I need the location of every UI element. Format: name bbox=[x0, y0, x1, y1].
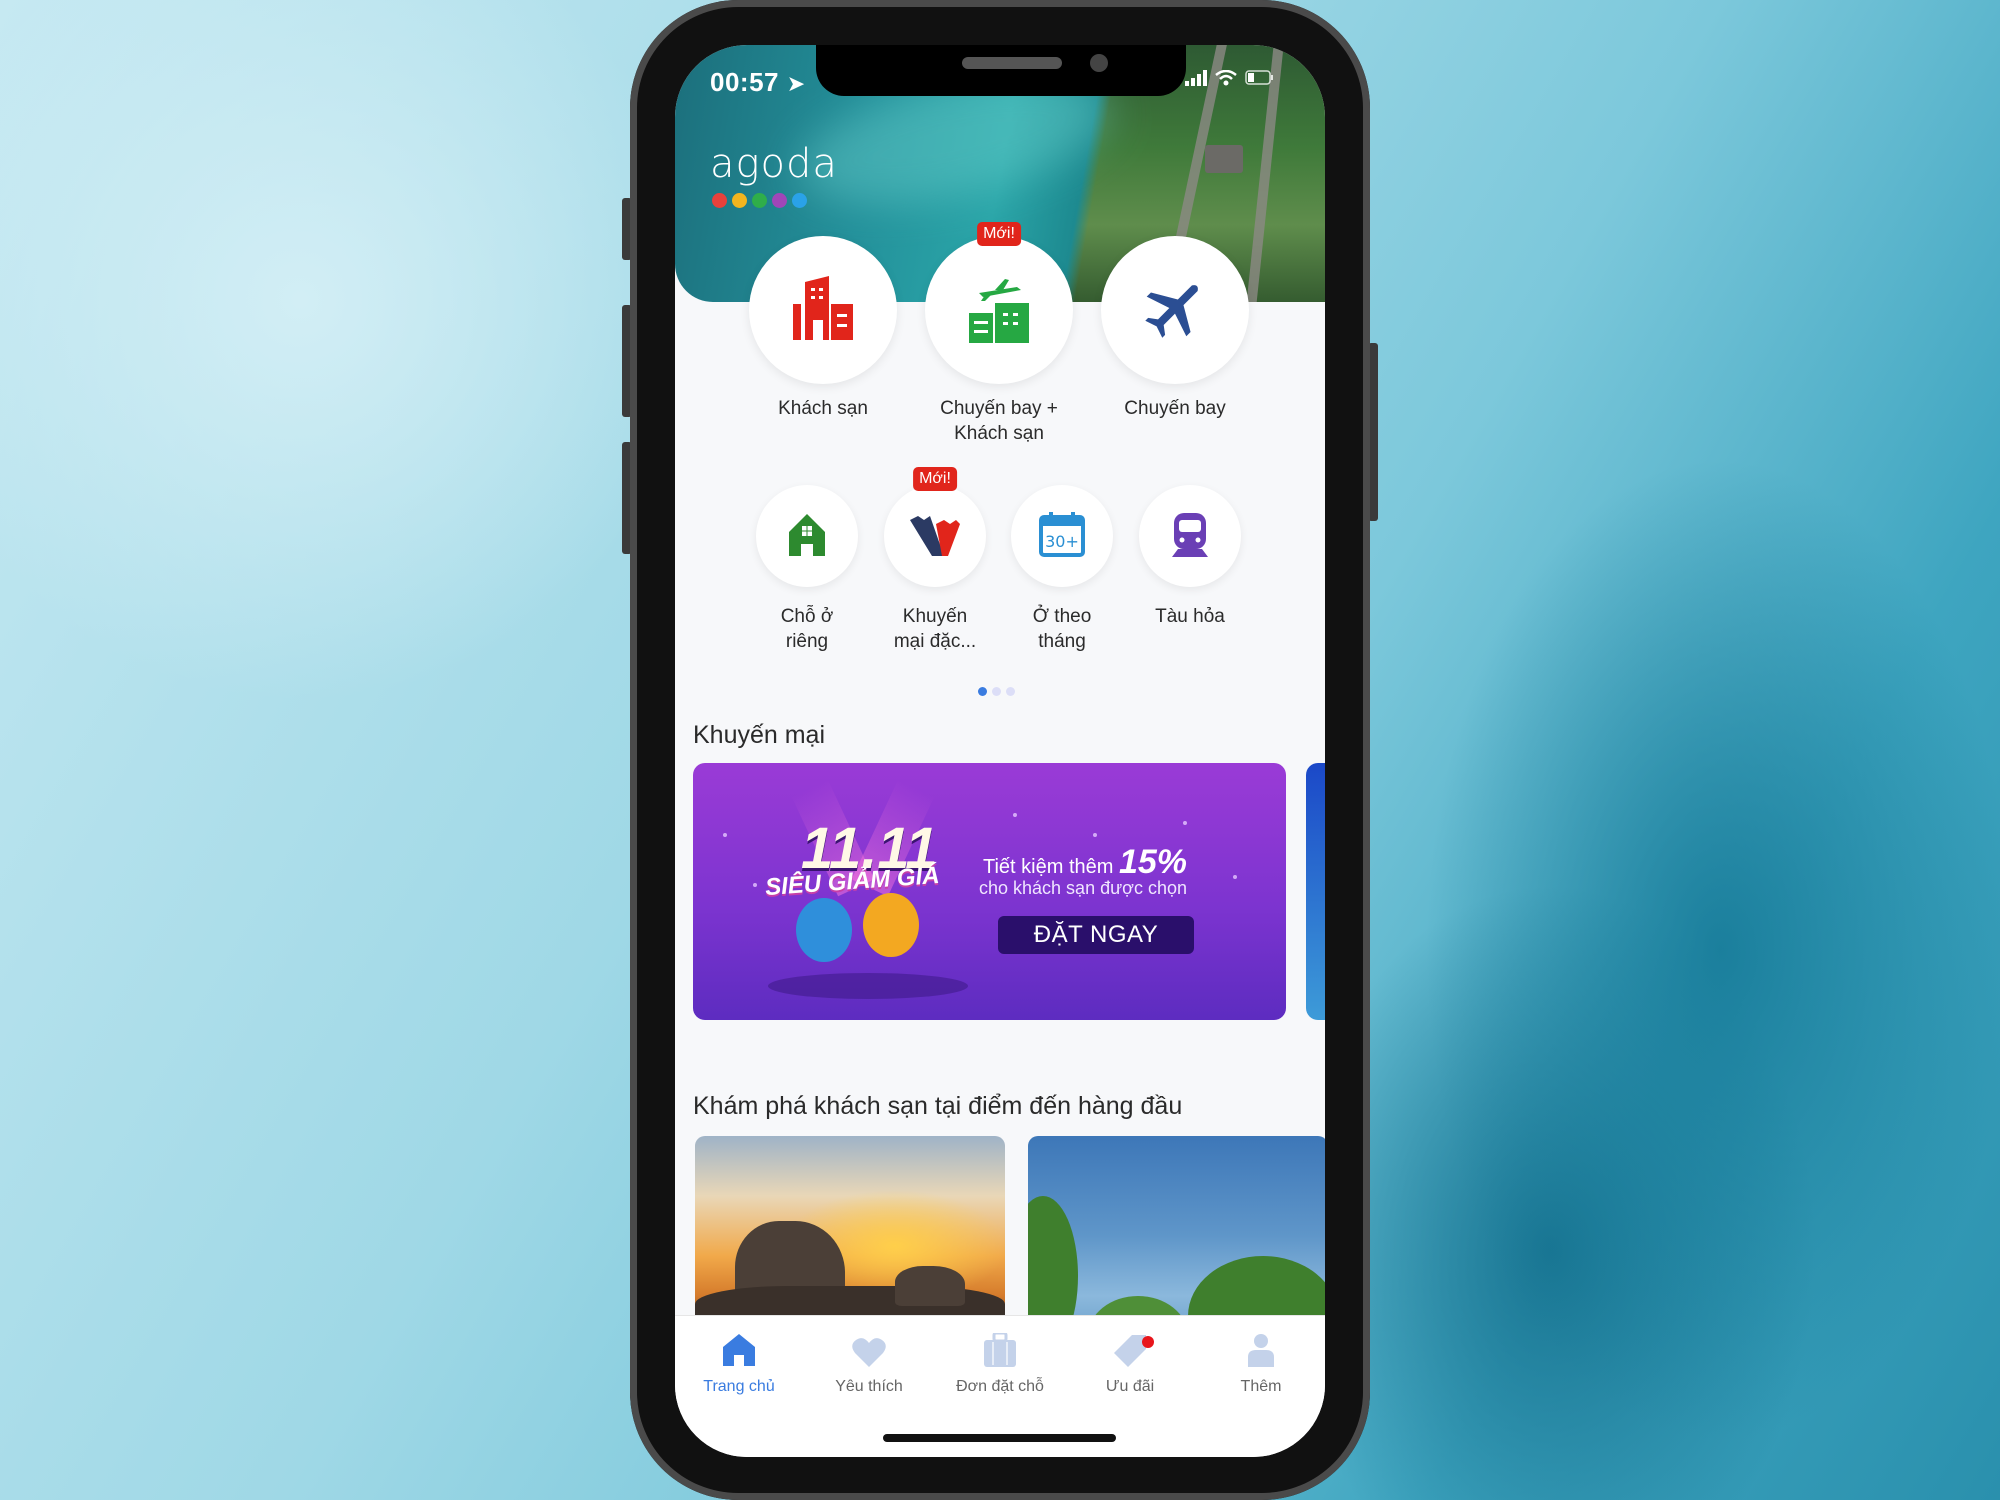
service-trains[interactable]: Tàu hỏa bbox=[1126, 485, 1254, 629]
service-monthly-stays-circle[interactable]: 30+ bbox=[1011, 485, 1113, 587]
tab-more[interactable]: Thêm bbox=[1206, 1333, 1316, 1396]
agoda-logo-dots bbox=[712, 193, 807, 208]
service-label: Chuyến bay + Khách sạn bbox=[940, 398, 1058, 444]
logo-dot bbox=[752, 193, 767, 208]
tab-deals[interactable]: Ưu đãi bbox=[1075, 1335, 1185, 1396]
home-icon bbox=[722, 1333, 756, 1372]
service-hotels[interactable]: Khách sạn bbox=[738, 236, 908, 421]
page-dot-active[interactable] bbox=[978, 687, 987, 696]
person-icon bbox=[1248, 1333, 1274, 1372]
service-trains-circle[interactable] bbox=[1139, 485, 1241, 587]
tab-home[interactable]: Trang chủ bbox=[684, 1333, 794, 1396]
location-arrow-icon: ➤ bbox=[786, 71, 806, 96]
services-page-indicator[interactable] bbox=[978, 687, 1015, 696]
service-special-deals[interactable]: Mới! Khuyến mại đặc... bbox=[871, 467, 999, 654]
status-icons bbox=[1185, 69, 1275, 92]
mascot-blue bbox=[796, 898, 852, 962]
service-special-deals-circle[interactable]: Mới! bbox=[884, 467, 986, 587]
service-label: Khách sạn bbox=[778, 398, 868, 419]
signal-icon bbox=[1185, 69, 1207, 92]
speaker-grille bbox=[962, 57, 1062, 69]
service-flight-hotel[interactable]: Mới! Chuyến bay + Khách sạn bbox=[914, 222, 1084, 446]
promo-description: cho khách sạn được chọn bbox=[979, 878, 1187, 898]
agoda-logo: agoda bbox=[710, 141, 838, 187]
tab-label: Yêu thích bbox=[835, 1378, 903, 1395]
service-label: Chuyến bay bbox=[1124, 398, 1226, 419]
new-badge: Mới! bbox=[977, 222, 1021, 246]
promo-event-subtitle: SIÊU GIẢM GIÁ bbox=[764, 861, 941, 902]
tab-label: Trang chủ bbox=[703, 1378, 775, 1395]
battery-icon bbox=[1245, 69, 1275, 92]
service-flights-circle[interactable] bbox=[1101, 236, 1249, 384]
hotel-icon bbox=[789, 274, 857, 347]
app-screen: 00:57 ➤ agoda Khách sạn Mới! Chuyến bay … bbox=[675, 45, 1325, 1457]
tab-label: Thêm bbox=[1240, 1378, 1282, 1395]
service-private-homes[interactable]: Chỗ ở riêng bbox=[743, 485, 871, 654]
flight-hotel-icon bbox=[965, 273, 1033, 348]
promo-banner-1111[interactable]: 11.11 SIÊU GIẢM GIÁ Tiết kiệm thêm 15% c… bbox=[693, 763, 1286, 1020]
wifi-icon bbox=[1215, 69, 1237, 92]
promotions-section-title: Khuyến mại bbox=[693, 721, 826, 749]
phone-notch bbox=[816, 45, 1186, 96]
service-label: Ở theo tháng bbox=[1032, 606, 1092, 652]
promo-discount: 15% bbox=[1118, 843, 1188, 881]
notification-dot bbox=[1142, 1336, 1154, 1348]
special-deals-icon bbox=[908, 512, 962, 561]
page-dot[interactable] bbox=[992, 687, 1001, 696]
mascot-yellow bbox=[863, 893, 919, 957]
logo-dot bbox=[792, 193, 807, 208]
heart-icon bbox=[852, 1337, 886, 1372]
home-indicator[interactable] bbox=[883, 1434, 1116, 1442]
service-label: Chỗ ở riêng bbox=[780, 606, 834, 652]
front-camera bbox=[1090, 54, 1108, 72]
suitcase-icon bbox=[984, 1331, 1016, 1372]
tab-label: Đơn đặt chỗ bbox=[956, 1378, 1044, 1395]
logo-dot bbox=[712, 193, 727, 208]
status-time: 00:57 ➤ bbox=[710, 67, 806, 97]
logo-dot bbox=[772, 193, 787, 208]
airplane-icon bbox=[1143, 276, 1207, 345]
svg-text:30+: 30+ bbox=[1045, 532, 1079, 551]
train-icon bbox=[1170, 511, 1210, 562]
service-flight-hotel-circle[interactable]: Mới! bbox=[925, 222, 1073, 384]
service-monthly-stays[interactable]: 30+ Ở theo tháng bbox=[998, 485, 1126, 654]
tab-label: Ưu đãi bbox=[1105, 1378, 1155, 1395]
service-hotels-circle[interactable] bbox=[749, 236, 897, 384]
destination-card-2[interactable] bbox=[1028, 1136, 1325, 1336]
destinations-section-title: Khám phá khách sạn tại điểm đến hàng đầu bbox=[693, 1092, 1183, 1120]
promo-headline: Tiết kiệm thêm 15% bbox=[983, 843, 1188, 881]
service-label: Khuyến mại đặc... bbox=[893, 606, 977, 652]
tab-bookings[interactable]: Đơn đặt chỗ bbox=[945, 1331, 1055, 1396]
service-label: Tàu hỏa bbox=[1155, 606, 1225, 627]
tab-favorites[interactable]: Yêu thích bbox=[814, 1336, 924, 1396]
book-now-button[interactable]: ĐẶT NGAY bbox=[998, 916, 1194, 954]
new-badge: Mới! bbox=[913, 467, 957, 491]
logo-dot bbox=[732, 193, 747, 208]
promo-banner-next[interactable] bbox=[1306, 763, 1325, 1020]
service-flights[interactable]: Chuyến bay bbox=[1090, 236, 1260, 421]
private-home-icon bbox=[787, 512, 827, 561]
page-dot[interactable] bbox=[1006, 687, 1015, 696]
destination-card-1[interactable] bbox=[695, 1136, 1005, 1336]
service-private-homes-circle[interactable] bbox=[756, 485, 858, 587]
monthly-stay-calendar-icon: 30+ bbox=[1039, 511, 1085, 562]
